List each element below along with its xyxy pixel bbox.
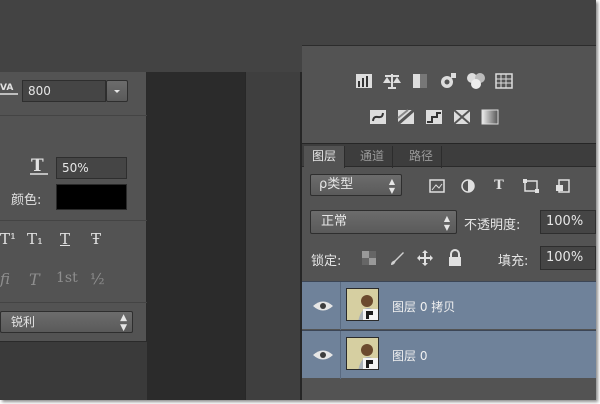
tracking-icon: VA [0, 81, 20, 97]
visibility-divider [340, 331, 341, 379]
layer-row-copy[interactable]: 图层 0 拷贝 [302, 281, 596, 330]
eye-icon[interactable] [312, 348, 334, 362]
tracking-field[interactable]: 800 [22, 80, 106, 102]
visibility-divider [340, 282, 341, 330]
lock-image-pixels-icon[interactable] [388, 249, 406, 267]
fill-label: 填充: [498, 254, 529, 269]
filter-smart-object-icon[interactable] [554, 178, 572, 194]
antialias-value: 锐利 [11, 315, 36, 329]
svg-text:VA: VA [0, 83, 13, 93]
filter-adjustment-icon[interactable] [459, 178, 477, 194]
superscript-button[interactable]: T¹ [0, 230, 16, 248]
lock-all-icon[interactable] [448, 249, 462, 267]
scale-value: 50% [62, 161, 89, 175]
antialias-select[interactable]: 锐利 ▲ ▼ [0, 311, 133, 333]
photoshop-window: VA 800 T 50% 颜色: T¹ T₁ T Ŧ fi T 1st ½ 锐利… [0, 0, 596, 400]
lock-label: 锁定: [311, 254, 342, 269]
exposure-balance-icon[interactable] [382, 72, 402, 90]
portrait-thumbnail-image [347, 338, 378, 369]
layer-row-original[interactable]: 图层 0 [302, 330, 596, 379]
ligatures-button[interactable]: fi [0, 270, 10, 288]
opacity-input[interactable]: 100% [540, 210, 596, 234]
lock-position-icon[interactable] [416, 249, 434, 267]
document-canvas-area [147, 72, 245, 400]
scale-field[interactable]: 50% [56, 157, 127, 179]
divider [0, 302, 147, 303]
tab-paths[interactable]: 路径 [401, 146, 443, 168]
swash-button[interactable]: T [29, 270, 40, 289]
updown-arrows-icon: ▲ ▼ [120, 313, 127, 333]
svg-text:T: T [31, 156, 44, 176]
layer-thumbnail [346, 337, 379, 370]
filter-type-icon[interactable]: T [490, 178, 508, 194]
filter-kind-select[interactable]: ρ类型 ▲ ▼ [310, 174, 402, 196]
layers-empty-area [302, 379, 596, 400]
text-color-swatch[interactable] [56, 184, 127, 210]
divider [245, 72, 246, 400]
color-label: 颜色: [11, 193, 42, 208]
tracking-dropdown-button[interactable] [106, 80, 128, 102]
blend-mode-select[interactable]: 正常 ▲ ▼ [310, 210, 457, 234]
character-panel: VA 800 T 50% 颜色: T¹ T₁ T Ŧ fi T 1st ½ 锐利… [0, 72, 147, 342]
photo-filter-icon[interactable] [438, 72, 458, 90]
portrait-thumbnail-image [347, 289, 378, 320]
filter-kind-value: ρ类型 [319, 177, 354, 192]
ordinals-button[interactable]: 1st [56, 270, 78, 286]
layer-name[interactable]: 图层 0 [392, 347, 427, 364]
filter-shape-icon[interactable] [522, 178, 540, 194]
invert-icon[interactable] [368, 108, 388, 126]
subscript-button[interactable]: T₁ [27, 230, 43, 248]
tab-channels[interactable]: 通道 [352, 146, 394, 168]
black-white-icon[interactable] [410, 72, 430, 90]
lock-transparent-pixels-icon[interactable] [362, 251, 376, 265]
selective-color-icon[interactable] [452, 108, 472, 126]
adjustments-panel [302, 45, 596, 143]
fractions-button[interactable]: ½ [90, 270, 105, 288]
strikethrough-button[interactable]: Ŧ [91, 230, 101, 248]
opacity-label: 不透明度: [464, 218, 521, 233]
panel-dock-gutter [245, 72, 301, 400]
panel-tab-strip: 图层 通道 路径 [302, 143, 596, 168]
layers-panel: 图层 通道 路径 ρ类型 ▲ ▼ T 正常 ▲ ▼ 不透明度: 100% 锁定: 填… [302, 143, 596, 400]
tracking-value: 800 [28, 84, 51, 98]
layer-thumbnail [346, 288, 379, 321]
layer-name[interactable]: 图层 0 拷贝 [392, 298, 455, 315]
vertical-scale-icon: T [28, 156, 50, 176]
chevron-down-icon [114, 90, 120, 93]
channel-mixer-icon[interactable] [466, 72, 486, 90]
color-lookup-icon[interactable] [494, 72, 514, 90]
posterize-icon[interactable] [396, 108, 416, 126]
blend-mode-value: 正常 [321, 214, 348, 229]
tab-layers[interactable]: 图层 [304, 146, 346, 168]
updown-arrows-icon: ▲ ▼ [443, 214, 450, 232]
eye-icon[interactable] [312, 299, 334, 313]
gradient-map-icon[interactable] [480, 108, 500, 126]
threshold-icon[interactable] [424, 108, 444, 126]
updown-arrows-icon: ▲ ▼ [388, 177, 395, 195]
fill-input[interactable]: 100% [540, 246, 596, 270]
divider [0, 115, 147, 116]
divider [0, 220, 147, 221]
filter-pixel-icon[interactable] [428, 178, 446, 194]
underline-button[interactable]: T [60, 230, 70, 248]
levels-icon[interactable] [354, 72, 374, 90]
